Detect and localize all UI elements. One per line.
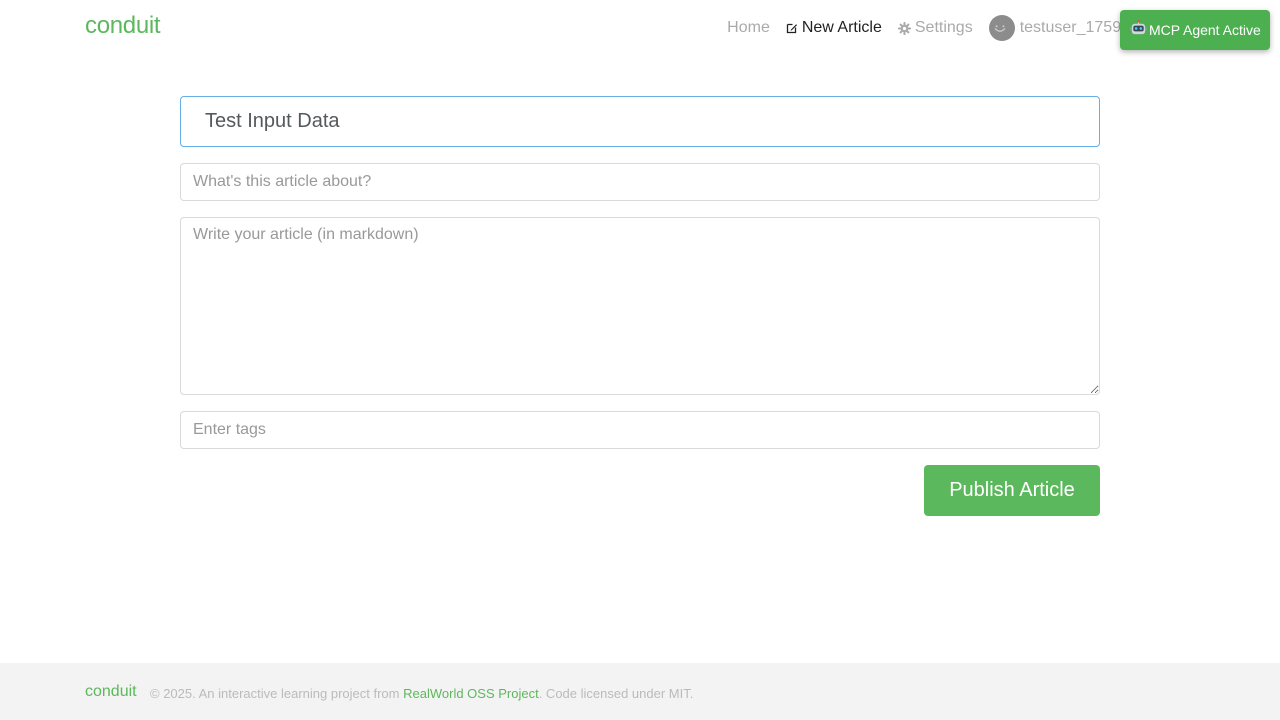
nav-new-article-link[interactable]: New Article xyxy=(786,19,882,37)
article-body-textarea[interactable] xyxy=(180,217,1100,395)
robot-icon xyxy=(1130,19,1147,34)
avatar-smiley-icon xyxy=(988,15,1015,41)
gear-icon xyxy=(897,21,911,35)
footer-text-after: . Code licensed under MIT. xyxy=(538,686,694,701)
article-editor-form: Publish Article xyxy=(180,96,1100,516)
publish-article-button[interactable]: Publish Article xyxy=(924,465,1100,516)
footer-attribution: © 2025. An interactive learning project … xyxy=(150,686,693,701)
nav-home-link[interactable]: Home xyxy=(727,19,770,37)
edit-icon xyxy=(786,23,797,34)
footer-text-before: © 2025. An interactive learning project … xyxy=(150,686,404,701)
page-footer: conduit © 2025. An interactive learning … xyxy=(0,663,1280,720)
footer-logo-link[interactable]: conduit xyxy=(85,683,137,701)
nav-settings-label: Settings xyxy=(914,19,973,36)
article-tags-input[interactable] xyxy=(180,411,1100,449)
nav-username: testuser_17593 xyxy=(1019,19,1130,36)
mcp-agent-badge: MCP Agent Active xyxy=(1120,10,1270,50)
nav-settings-link[interactable]: Settings xyxy=(897,19,973,37)
top-navbar: conduit Home New Article Settings testus… xyxy=(0,0,1280,56)
mcp-agent-label: MCP Agent Active xyxy=(1149,22,1261,38)
nav-profile-link[interactable]: testuser_17593 xyxy=(988,15,1130,41)
nav-new-article-label: New Article xyxy=(801,19,882,36)
realworld-link[interactable]: RealWorld OSS Project xyxy=(403,686,539,701)
article-title-input[interactable] xyxy=(180,96,1100,147)
article-about-input[interactable] xyxy=(180,163,1100,201)
nav-links: Home New Article Settings testuser_17593 xyxy=(711,15,1130,41)
nav-home-label: Home xyxy=(727,19,770,36)
brand-logo-link[interactable]: conduit xyxy=(85,12,161,40)
